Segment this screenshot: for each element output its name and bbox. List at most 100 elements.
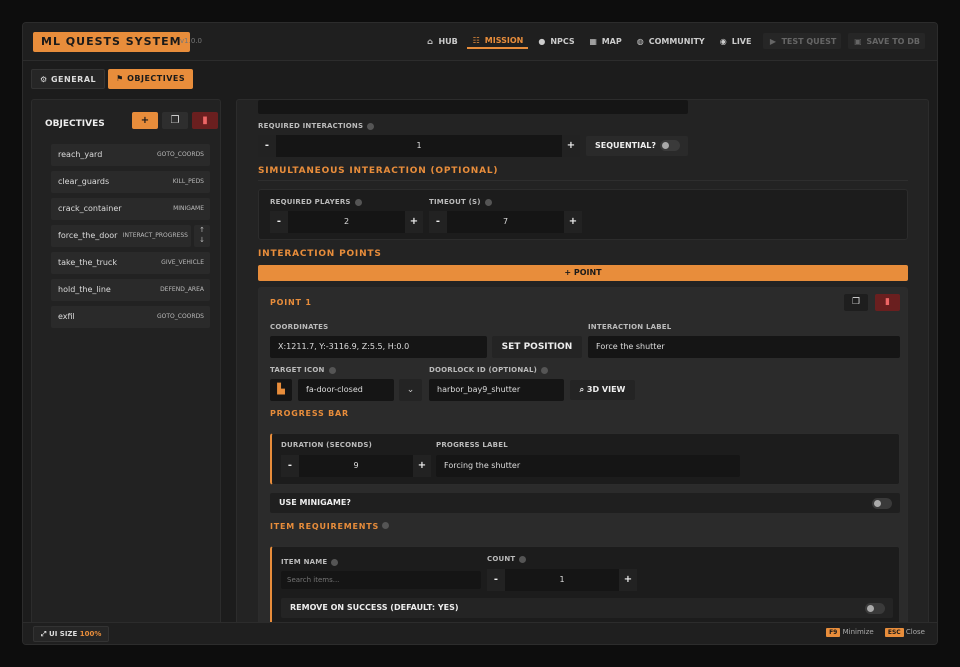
help-icon xyxy=(328,366,336,374)
nav-community[interactable]: ◍ COMMUNITY xyxy=(631,33,710,49)
objective-item-active[interactable]: force_the_door INTERACT_PROGRESS xyxy=(51,225,191,247)
objectives-sidebar: OBJECTIVES + ❐ ▮ reach_yard GOTO_COORDS c… xyxy=(31,99,221,627)
sidebar-title: OBJECTIVES xyxy=(45,119,105,129)
interaction-label-label: INTERACTION LABEL xyxy=(588,323,672,331)
help-icon xyxy=(331,558,339,566)
timeout-stepper[interactable]: -7 + xyxy=(429,211,582,233)
item-requirements-box: ITEM NAME COUNT -1+ REMOVE ON SUCCESS (D… xyxy=(270,546,900,626)
nav-map[interactable]: ▦ MAP xyxy=(584,33,627,49)
save-icon: ▣ xyxy=(854,36,862,46)
help-icon xyxy=(354,198,362,206)
arrow-up-icon[interactable]: ↑ xyxy=(194,225,210,235)
chevron-down-icon: ⌄ xyxy=(406,385,415,395)
search-icon: ⌕ xyxy=(579,385,587,394)
objective-item[interactable]: clear_guards KILL_PEDS xyxy=(51,171,210,193)
use-minigame-toggle[interactable] xyxy=(872,498,892,509)
remove-on-success-toggle[interactable] xyxy=(865,603,885,614)
app-window: ML QUESTS SYSTEM v1.0.0 ⌂ HUB ☷ MISSION ● N… xyxy=(22,22,938,645)
door-icon-preview: ▙ xyxy=(270,379,292,401)
footer-bar: ⤢ UI SIZE 100% F9 Minimize ESC Close xyxy=(23,622,937,644)
list-icon: ☷ xyxy=(472,35,480,45)
flag-icon: ⚑ xyxy=(116,74,128,83)
objective-item[interactable]: crack_container MINIGAME xyxy=(51,198,210,220)
decrement-button[interactable]: - xyxy=(281,455,299,477)
nav-npcs[interactable]: ● NPCS xyxy=(532,33,579,49)
nav-hub[interactable]: ⌂ HUB xyxy=(420,33,462,49)
required-interactions-stepper[interactable]: -1 + xyxy=(258,135,580,157)
map-icon: ▦ xyxy=(589,36,597,46)
trash-icon: ▮ xyxy=(202,115,208,126)
doorlock-field[interactable]: harbor_bay9_shutter xyxy=(429,379,564,401)
increment-button[interactable]: + xyxy=(413,455,431,477)
footer-shortcuts: F9 Minimize ESC Close xyxy=(826,628,925,637)
tab-general[interactable]: ⚙ GENERAL xyxy=(31,69,106,89)
decrement-button[interactable]: - xyxy=(258,135,276,157)
close-link[interactable]: Close xyxy=(906,628,925,636)
save-to-db-button[interactable]: ▣ SAVE TO DB xyxy=(848,33,925,49)
coordinates-field[interactable]: X:1211.7, Y:-3116.9, Z:5.5, H:0.0 xyxy=(270,336,487,358)
item-requirements-title: ITEM REQUIREMENTS xyxy=(270,522,390,531)
set-position-button[interactable]: SET POSITION xyxy=(492,336,582,358)
delete-point-button[interactable]: ▮ xyxy=(875,294,900,311)
app-title: ML QUESTS SYSTEM xyxy=(33,32,190,52)
field-cutoff[interactable] xyxy=(258,100,688,114)
decrement-button[interactable]: - xyxy=(487,569,505,591)
icon-dropdown-button[interactable]: ⌄ xyxy=(399,379,422,401)
remove-on-success-row: REMOVE ON SUCCESS (DEFAULT: YES) xyxy=(281,598,893,618)
interaction-label-field[interactable]: Force the shutter xyxy=(588,336,900,358)
simultaneous-box: REQUIRED PLAYERS -2 + TIMEOUT (S) -7 + xyxy=(258,189,908,240)
increment-button[interactable]: + xyxy=(619,569,637,591)
objective-item[interactable]: reach_yard GOTO_COORDS xyxy=(51,144,210,166)
nav-mission[interactable]: ☷ MISSION xyxy=(466,33,529,49)
copy-icon: ❐ xyxy=(851,297,861,307)
tab-objectives[interactable]: ⚑ OBJECTIVES xyxy=(108,69,194,89)
item-name-label: ITEM NAME xyxy=(281,558,339,566)
main-nav: ⌂ HUB ☷ MISSION ● NPCS ▦ MAP ◍ COMMUNITY ◉ LIV… xyxy=(420,33,925,49)
home-icon: ⌂ xyxy=(427,36,433,46)
3d-view-button[interactable]: ⌕ 3D VIEW xyxy=(570,380,635,400)
objective-item[interactable]: hold_the_line DEFEND_AREA xyxy=(51,279,210,301)
count-stepper[interactable]: -1 + xyxy=(487,569,637,591)
target-icon-field[interactable]: fa-door-closed xyxy=(298,379,394,401)
simultaneous-title: SIMULTANEOUS INTERACTION (OPTIONAL) xyxy=(258,166,499,176)
ui-size-button[interactable]: ⤢ UI SIZE 100% xyxy=(33,626,110,642)
count-label: COUNT xyxy=(487,555,527,563)
progress-label-field[interactable]: Forcing the shutter xyxy=(436,455,740,477)
app-version: v1.0.0 xyxy=(180,37,202,45)
required-players-stepper[interactable]: -2 + xyxy=(270,211,423,233)
required-interactions-label: REQUIRED INTERACTIONS xyxy=(258,122,375,130)
increment-button[interactable]: + xyxy=(405,211,423,233)
item-search-input[interactable] xyxy=(281,571,481,589)
help-icon xyxy=(367,122,375,130)
copy-icon: ❐ xyxy=(170,115,180,126)
add-objective-button[interactable]: + xyxy=(132,112,158,129)
nav-live[interactable]: ◉ LIVE xyxy=(714,33,757,49)
decrement-button[interactable]: - xyxy=(429,211,447,233)
minimize-link[interactable]: Minimize xyxy=(843,628,874,636)
duration-stepper[interactable]: -9 + xyxy=(281,455,431,477)
progress-bar-title: PROGRESS BAR xyxy=(270,409,350,418)
arrow-down-icon[interactable]: ↓ xyxy=(194,235,210,245)
help-icon xyxy=(484,198,492,206)
objective-item[interactable]: exfil GOTO_COORDS xyxy=(51,306,210,328)
timeout-label: TIMEOUT (S) xyxy=(429,198,492,206)
decrement-button[interactable]: - xyxy=(270,211,288,233)
sequential-toggle[interactable] xyxy=(660,140,680,151)
increment-button[interactable]: + xyxy=(562,135,580,157)
sequential-toggle-row: SEQUENTIAL? xyxy=(586,136,688,156)
test-quest-button[interactable]: ▶ TEST QUEST xyxy=(763,33,842,49)
gear-icon: ⚙ xyxy=(40,75,51,84)
objective-item[interactable]: take_the_truck GIVE_VEHICLE xyxy=(51,252,210,274)
target-icon-label: TARGET ICON xyxy=(270,366,336,374)
progress-box: DURATION (SECONDS) -9 + PROGRESS LABEL Fo… xyxy=(270,433,900,485)
user-icon: ● xyxy=(538,36,546,46)
increment-button[interactable]: + xyxy=(564,211,582,233)
duplicate-objective-button[interactable]: ❐ xyxy=(162,112,188,129)
delete-objective-button[interactable]: ▮ xyxy=(192,112,218,129)
f9-key: F9 xyxy=(826,628,841,637)
help-icon xyxy=(519,555,527,563)
duplicate-point-button[interactable]: ❐ xyxy=(844,294,868,311)
add-point-button[interactable]: + POINT xyxy=(258,265,908,281)
globe-icon: ◍ xyxy=(636,36,644,46)
reorder-arrows[interactable]: ↑ ↓ xyxy=(194,225,210,247)
